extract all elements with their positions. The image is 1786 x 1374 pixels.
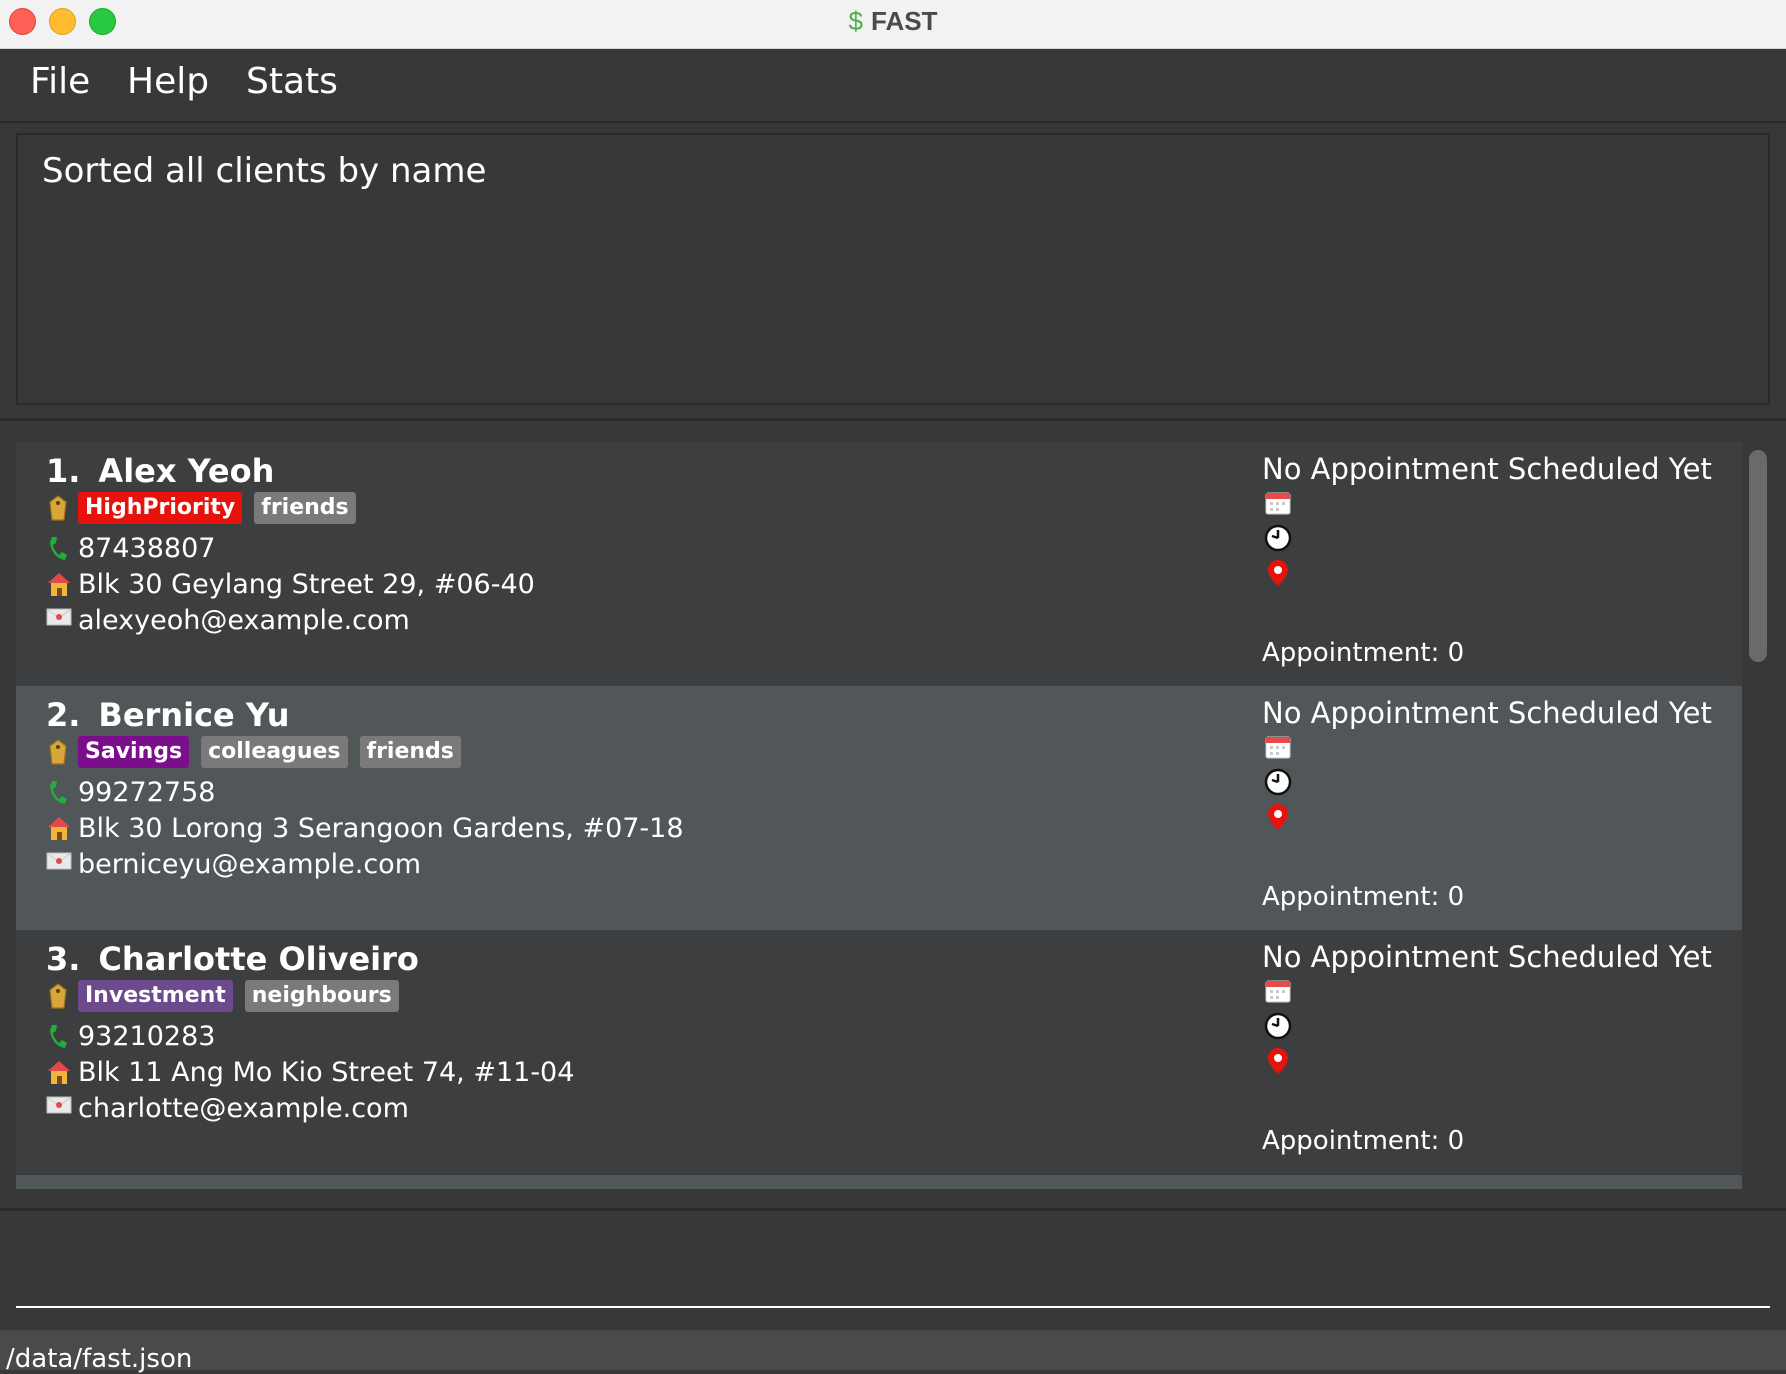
envelope-icon [46,606,72,634]
tag-label: Investment [78,980,233,1012]
client-name-text: Alex Yeoh [98,452,275,490]
house-icon [46,814,72,842]
appointment-panel: No Appointment Scheduled Yet Appointment:… [1262,940,1722,1170]
dollar-sign-icon: $ [848,6,863,36]
calendar-icon [1264,734,1292,762]
client-address-row: Blk 30 Geylang Street 29, #06-40 [46,568,535,600]
client-phone-row: 87438807 [46,532,215,564]
client-tags: Investment neighbours [46,980,411,1012]
tag-icon [46,738,72,766]
result-message: Sorted all clients by name [42,151,487,191]
tag-icon [46,982,72,1010]
calendar-icon [1264,978,1292,1006]
clock-icon [1264,524,1292,552]
client-name: 1. Alex Yeoh [46,452,274,490]
client-email: alexyeoh@example.com [78,604,410,636]
envelope-icon [46,1094,72,1122]
appointment-count: Appointment: 0 [1262,638,1465,668]
command-divider [0,1208,1786,1211]
appointment-panel: No Appointment Scheduled Yet Appointment:… [1262,696,1722,926]
client-name: 2. Bernice Yu [46,696,289,734]
menu-bar: File Help Stats [0,49,1786,123]
phone-icon [46,534,72,562]
appointment-count: Appointment: 0 [1262,882,1465,912]
tag-label: friends [359,736,461,768]
client-phone: 93210283 [78,1020,216,1052]
calendar-icon [1264,490,1292,518]
client-phone: 99272758 [78,776,216,808]
client-email-row: berniceyu@example.com [46,848,421,880]
client-card[interactable]: 1. Alex Yeoh HighPriority friends 87438807 Bl… [16,442,1742,686]
appointment-status: No Appointment Scheduled Yet [1262,696,1712,730]
list-scrollbar-thumb[interactable] [1749,450,1767,662]
client-phone-row: 99272758 [46,776,215,808]
client-email-row: alexyeoh@example.com [46,604,410,636]
appointment-status: No Appointment Scheduled Yet [1262,940,1712,974]
command-input[interactable] [16,1222,1770,1308]
status-bar: /data/fast.json [0,1330,1786,1374]
tag-label: Savings [78,736,190,768]
location-pin-icon [1264,802,1292,830]
client-index: 2. [46,696,81,734]
client-tags: HighPriority friends [46,492,368,524]
appointment-status: No Appointment Scheduled Yet [1262,452,1712,486]
appointment-count: Appointment: 0 [1262,1126,1465,1156]
client-address-row: Blk 30 Lorong 3 Serangoon Gardens, #07-1… [46,812,684,844]
window-title-bar: $ FAST [0,0,1786,49]
menu-stats[interactable]: Stats [246,61,338,102]
tag-icon [46,494,72,522]
section-divider [0,418,1786,421]
client-index: 3. [46,940,81,978]
tag-label: friends [254,492,356,524]
location-pin-icon [1264,558,1292,586]
client-name: 3. Charlotte Oliveiro [46,940,419,978]
phone-icon [46,1022,72,1050]
next-card-edge [16,1175,1742,1189]
client-email-row: charlotte@example.com [46,1092,409,1124]
client-phone: 87438807 [78,532,216,564]
client-tags: Savings colleagues friends [46,736,473,768]
client-name-text: Charlotte Oliveiro [98,940,419,978]
client-card[interactable]: 3. Charlotte Oliveiro Investment neighbours… [16,930,1742,1174]
result-display: Sorted all clients by name [16,133,1770,405]
tag-label: HighPriority [78,492,243,524]
location-pin-icon [1264,1046,1292,1074]
clock-icon [1264,768,1292,796]
client-address: Blk 11 Ang Mo Kio Street 74, #11-04 [78,1056,575,1088]
tag-label: colleagues [201,736,348,768]
window-title-text: FAST [871,6,938,36]
menu-file[interactable]: File [30,61,90,102]
client-phone-row: 93210283 [46,1020,215,1052]
client-address: Blk 30 Lorong 3 Serangoon Gardens, #07-1… [78,812,684,844]
client-address-row: Blk 11 Ang Mo Kio Street 74, #11-04 [46,1056,574,1088]
client-email: charlotte@example.com [78,1092,409,1124]
client-index: 1. [46,452,81,490]
menu-help[interactable]: Help [127,61,209,102]
command-box [16,1222,1770,1308]
tag-label: neighbours [244,980,399,1012]
client-name-text: Bernice Yu [98,696,290,734]
phone-icon [46,778,72,806]
client-email: berniceyu@example.com [78,848,421,880]
client-address: Blk 30 Geylang Street 29, #06-40 [78,568,535,600]
house-icon [46,1058,72,1086]
house-icon [46,570,72,598]
appointment-panel: No Appointment Scheduled Yet Appointment:… [1262,452,1722,682]
envelope-icon [46,850,72,878]
window-title: $ FAST [0,6,1786,37]
client-card[interactable]: 2. Bernice Yu Savings colleagues friends 9927… [16,686,1742,930]
clock-icon [1264,1012,1292,1040]
client-list[interactable]: 1. Alex Yeoh HighPriority friends 87438807 Bl… [16,442,1742,1190]
